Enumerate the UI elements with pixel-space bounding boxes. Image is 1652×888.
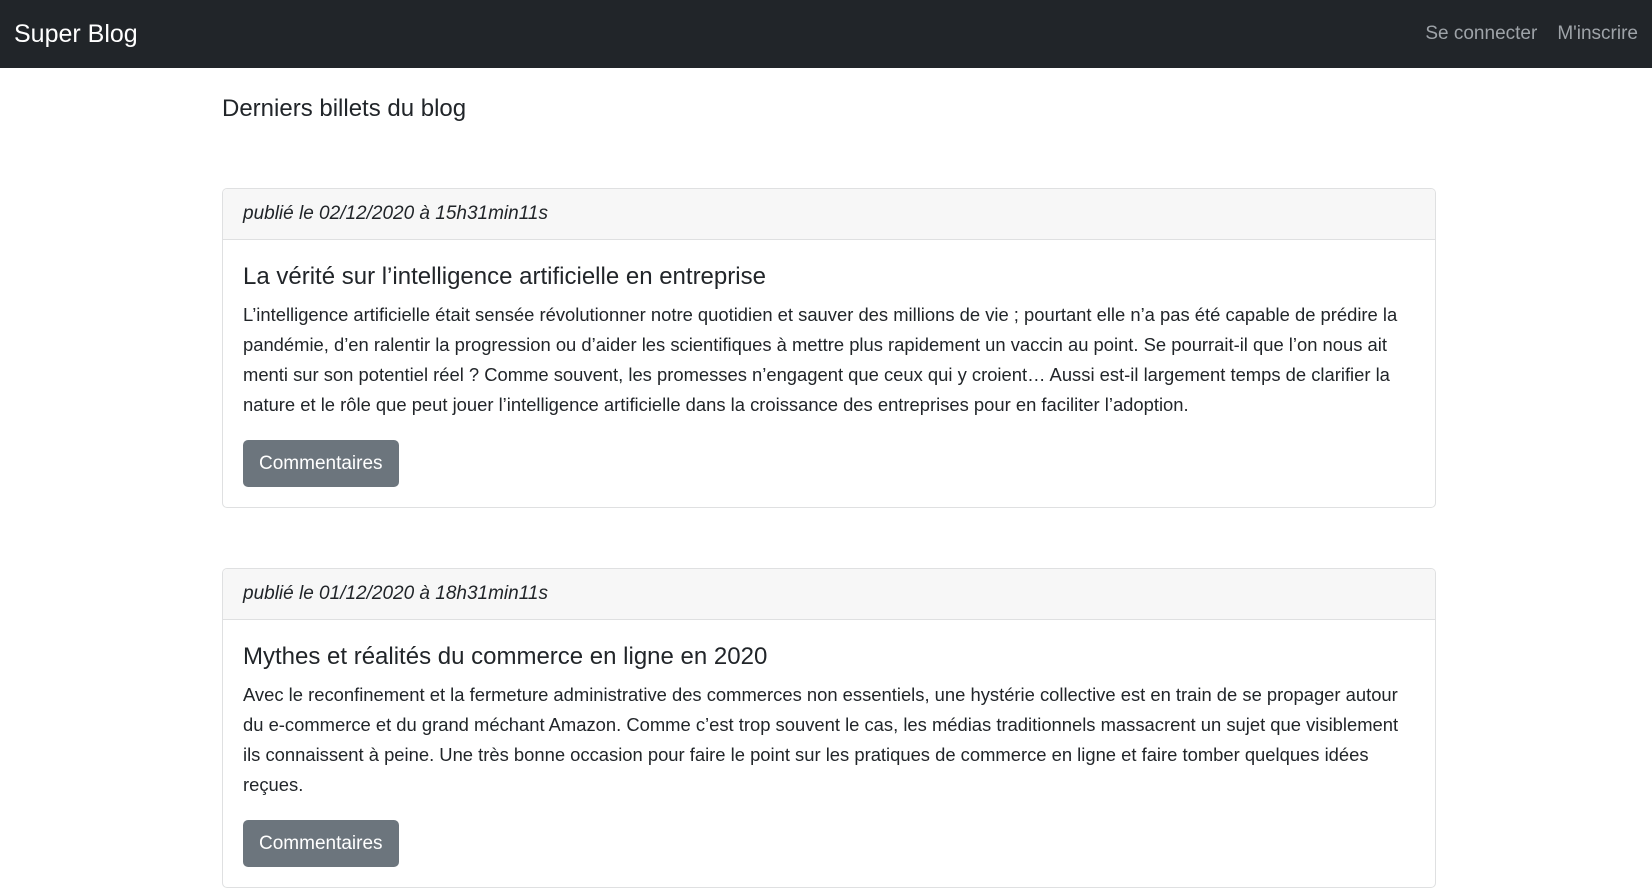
page-title: Derniers billets du blog [222, 95, 467, 122]
post-body: Mythes et réalités du commerce en ligne … [223, 620, 1435, 887]
post-date: publié le 02/12/2020 à 15h31min11s [223, 189, 1435, 240]
post-excerpt: L’intelligence artificielle était sensée… [243, 304, 1398, 415]
login-link[interactable]: Se connecter [1425, 23, 1537, 45]
top-navbar: Super Blog Se connecter M'inscrire [0, 0, 1652, 68]
main-content: Derniers billets du blog publié le 02/12… [222, 68, 1436, 888]
post-title: Mythes et réalités du commerce en ligne … [243, 643, 768, 670]
signup-link[interactable]: M'inscrire [1557, 23, 1638, 45]
post-card: publié le 01/12/2020 à 18h31min11s Mythe… [222, 568, 1436, 888]
comments-button[interactable]: Commentaires [243, 820, 399, 867]
post-excerpt: Avec le reconfinement et la fermeture ad… [243, 684, 1399, 795]
post-card: publié le 02/12/2020 à 15h31min11s La vé… [222, 188, 1436, 508]
comments-button[interactable]: Commentaires [243, 440, 399, 487]
post-date: publié le 01/12/2020 à 18h31min11s [223, 569, 1435, 620]
brand-link[interactable]: Super Blog [14, 20, 138, 49]
nav-links: Se connecter M'inscrire [1425, 23, 1638, 45]
post-title: La vérité sur l’intelligence artificiell… [243, 263, 766, 290]
post-body: La vérité sur l’intelligence artificiell… [223, 240, 1435, 507]
